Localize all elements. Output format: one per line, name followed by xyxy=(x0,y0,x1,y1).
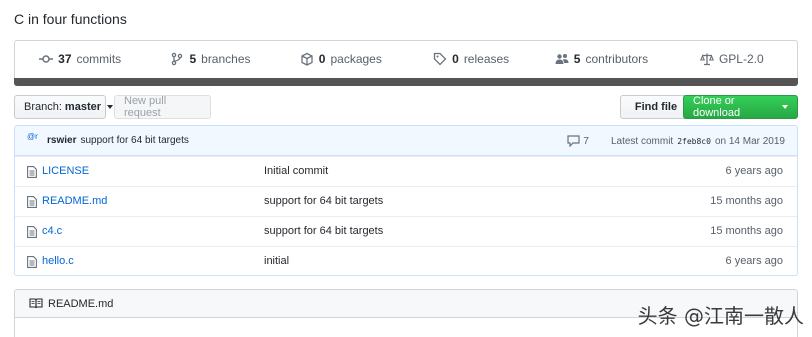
package-icon xyxy=(301,52,313,66)
branch-icon xyxy=(172,52,183,66)
latest-commit-bar: @r rswier support for 64 bit targets 7 L… xyxy=(15,126,797,156)
releases-link[interactable]: 0 releases xyxy=(406,52,536,66)
file-icon xyxy=(27,166,37,178)
find-file-button[interactable]: Find file xyxy=(620,95,692,119)
file-name-link[interactable]: c4.c xyxy=(42,225,62,237)
file-name-link[interactable]: LICENSE xyxy=(42,165,89,177)
commit-sha[interactable]: 2feb8c0 xyxy=(677,137,711,146)
commits-link[interactable]: 37 commits xyxy=(15,52,145,66)
comment-icon xyxy=(567,135,581,147)
packages-count: 0 xyxy=(318,52,326,66)
file-age: 6 years ago xyxy=(725,165,783,177)
file-age: 15 months ago xyxy=(710,225,783,237)
commit-date: on 14 Mar 2019 xyxy=(714,135,785,147)
branch-select-value: master xyxy=(64,101,101,113)
file-commit-message[interactable]: support for 64 bit targets xyxy=(264,195,383,207)
branches-link[interactable]: 5 branches xyxy=(145,52,275,66)
comments-link[interactable]: 7 xyxy=(567,135,589,147)
packages-link[interactable]: 0 packages xyxy=(276,52,406,66)
tag-icon xyxy=(433,52,447,66)
license-label: GPL-2.0 xyxy=(718,52,764,66)
file-row: README.md support for 64 bit targets 15 … xyxy=(15,186,797,216)
law-icon xyxy=(699,53,714,66)
author-avatar[interactable]: @r xyxy=(27,133,43,149)
file-name-link[interactable]: hello.c xyxy=(42,255,74,267)
file-row: hello.c initial 6 years ago xyxy=(15,246,797,275)
file-name-link[interactable]: README.md xyxy=(42,195,107,207)
packages-label: packages xyxy=(330,52,382,66)
language-bar[interactable] xyxy=(14,78,798,86)
chevron-down-icon xyxy=(782,105,788,109)
commits-count: 37 xyxy=(58,52,72,66)
file-row: LICENSE Initial commit 6 years ago xyxy=(15,156,797,186)
file-age: 6 years ago xyxy=(725,255,783,267)
branches-count: 5 xyxy=(189,52,197,66)
file-icon xyxy=(27,226,37,238)
clone-label: Clone or download xyxy=(693,95,741,119)
book-icon xyxy=(29,298,43,309)
branches-label: branches xyxy=(201,52,251,66)
commit-message[interactable]: support for 64 bit targets xyxy=(80,135,188,146)
commits-label: commits xyxy=(76,52,122,66)
contributors-count: 5 xyxy=(573,52,581,66)
license-link[interactable]: GPL-2.0 xyxy=(667,52,797,66)
contributors-label: contributors xyxy=(585,52,649,66)
commit-author[interactable]: rswier xyxy=(47,135,76,146)
file-commit-message[interactable]: initial xyxy=(264,255,289,267)
commits-icon xyxy=(39,55,54,63)
new-pull-request-button[interactable]: New pull request xyxy=(114,95,211,119)
people-icon xyxy=(555,54,569,64)
comment-count: 7 xyxy=(583,135,589,147)
file-age: 15 months ago xyxy=(710,195,783,207)
file-commit-message[interactable]: support for 64 bit targets xyxy=(264,225,383,237)
commit-meta: 7 Latest commit 2feb8c0 on 14 Mar 2019 xyxy=(567,126,785,156)
readme-title: README.md xyxy=(48,297,114,310)
file-commit-message[interactable]: Initial commit xyxy=(264,165,328,177)
branch-select-button[interactable]: Branch: master xyxy=(14,95,113,119)
watermark-text: 头条 @江南一散人 xyxy=(637,304,804,328)
file-navigation: Branch: master New pull request Find fil… xyxy=(14,95,798,119)
releases-label: releases xyxy=(463,52,510,66)
repo-description: C in four functions xyxy=(14,11,127,27)
file-icon xyxy=(27,256,37,268)
releases-count: 0 xyxy=(452,52,459,66)
clone-or-download-button[interactable]: Clone or download xyxy=(683,95,798,119)
chevron-down-icon xyxy=(107,105,113,109)
contributors-link[interactable]: 5 contributors xyxy=(536,52,666,66)
branch-select-label: Branch: xyxy=(24,101,62,113)
file-list: @r rswier support for 64 bit targets 7 L… xyxy=(14,125,798,276)
file-icon xyxy=(27,196,37,208)
file-row: c4.c support for 64 bit targets 15 month… xyxy=(15,216,797,246)
latest-commit-prefix: Latest commit xyxy=(610,135,674,147)
repo-summary-bar: 37 commits 5 branches 0 packages 0 relea… xyxy=(14,40,798,86)
